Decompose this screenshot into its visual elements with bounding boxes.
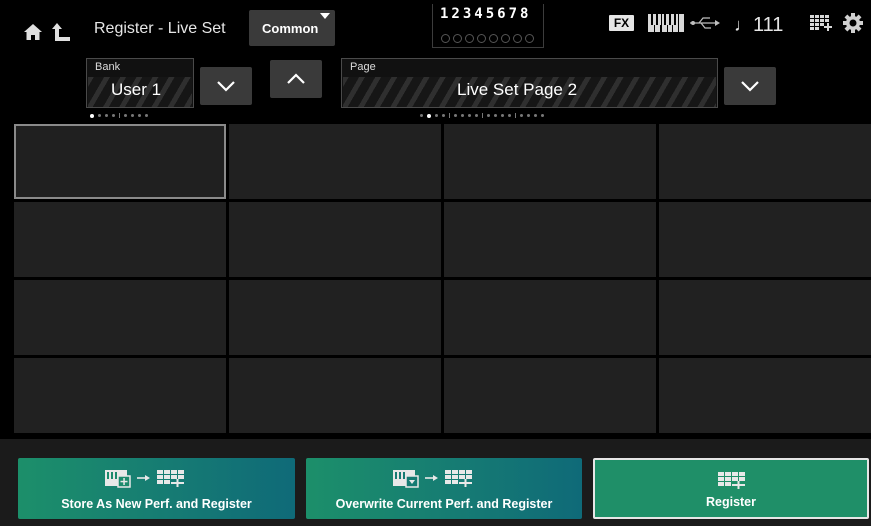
live-set-slot[interactable] [14, 124, 226, 199]
live-set-slot[interactable] [229, 124, 441, 199]
bank-down-button[interactable] [200, 67, 252, 105]
dropdown-triangle-icon [320, 13, 330, 19]
top-bar: Register - Live Set Common 12345678 FX ♩… [0, 0, 871, 53]
page-down-button[interactable] [724, 67, 776, 105]
live-set-slot-grid [14, 124, 871, 433]
keyboard-icon [648, 14, 684, 32]
live-set-slot[interactable] [444, 280, 656, 355]
up-icon[interactable] [52, 23, 70, 41]
tempo-value: 111 [753, 14, 784, 36]
overwrite-label: Overwrite Current Perf. and Register [335, 497, 553, 511]
page-up-button[interactable] [270, 60, 322, 98]
live-set-slot[interactable] [659, 358, 871, 433]
usb-icon [690, 17, 720, 29]
register-icon [718, 472, 745, 489]
note-icon: ♩ [734, 15, 752, 35]
live-set-slot[interactable] [229, 280, 441, 355]
page-position-dots [420, 113, 544, 118]
gear-icon[interactable] [843, 13, 863, 33]
page-selector[interactable]: Page Live Set Page 2 [341, 58, 718, 108]
chevron-down-icon [217, 81, 235, 92]
part-numbers: 12345678 [440, 6, 532, 22]
live-set-slot[interactable] [444, 202, 656, 277]
store-as-new-and-register-button[interactable]: Store As New Perf. and Register [18, 458, 295, 519]
live-set-slot[interactable] [14, 202, 226, 277]
live-set-slot[interactable] [229, 358, 441, 433]
bank-selector[interactable]: Bank User 1 [86, 58, 194, 108]
live-set-slot[interactable] [229, 202, 441, 277]
overwrite-and-register-button[interactable]: Overwrite Current Perf. and Register [306, 458, 582, 519]
live-set-slot[interactable] [444, 124, 656, 199]
register-button[interactable]: Register [593, 458, 869, 519]
part-status-dots [441, 34, 534, 43]
bank-page-dots [90, 113, 148, 118]
live-set-slot[interactable] [14, 280, 226, 355]
live-set-slot[interactable] [14, 358, 226, 433]
live-set-slot[interactable] [659, 280, 871, 355]
live-set-slot[interactable] [659, 124, 871, 199]
page-value: Live Set Page 2 [457, 80, 578, 99]
bank-label: Bank [95, 61, 121, 73]
part-indicator: 12345678 [432, 4, 544, 48]
page-title: Register - Live Set [94, 20, 226, 37]
live-set-slot[interactable] [444, 358, 656, 433]
action-bar: Store As New Perf. and Register Overwrit… [0, 439, 871, 526]
register-label: Register [705, 495, 757, 509]
store-new-register-icon [105, 470, 184, 488]
page-label: Page [350, 61, 376, 73]
fx-badge[interactable]: FX [609, 15, 634, 31]
overwrite-register-icon [393, 470, 472, 488]
chevron-down-icon [741, 81, 759, 92]
tempo-display[interactable]: ♩111 [734, 14, 783, 37]
chevron-up-icon [287, 73, 305, 84]
store-as-new-label: Store As New Perf. and Register [61, 497, 252, 511]
grid-icon[interactable] [810, 15, 832, 31]
live-set-slot[interactable] [659, 202, 871, 277]
common-button-label: Common [262, 21, 319, 36]
common-button[interactable]: Common [249, 10, 335, 46]
home-icon[interactable] [24, 24, 42, 40]
bank-value: User 1 [111, 80, 162, 99]
